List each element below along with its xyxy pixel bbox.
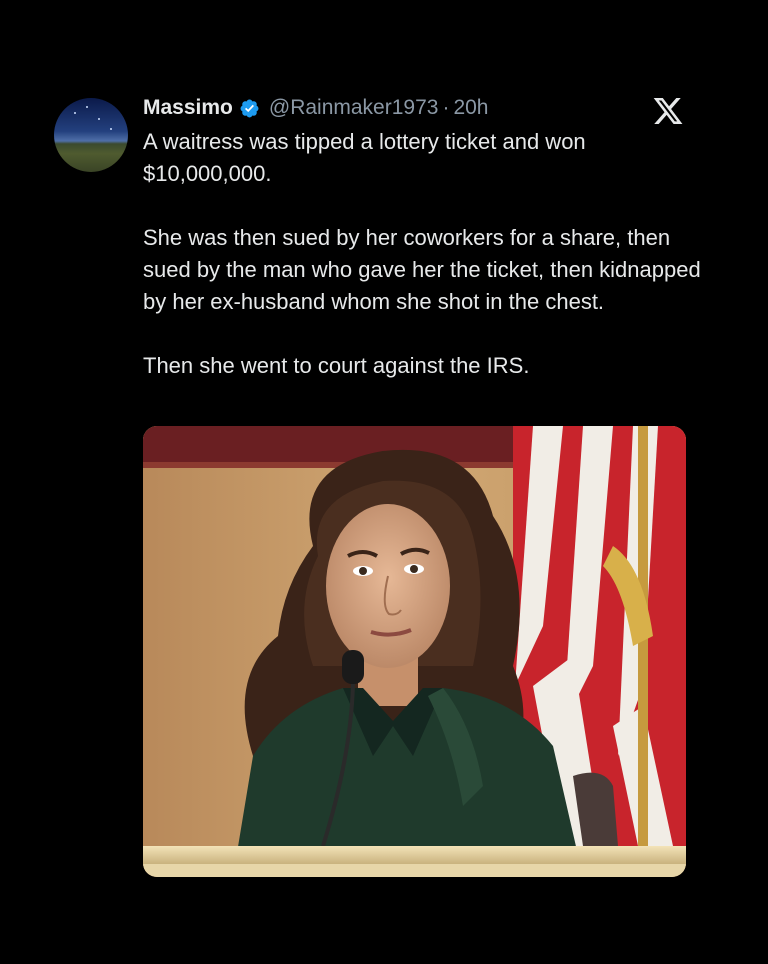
separator-dot: · (442, 96, 450, 119)
avatar-star (74, 112, 76, 114)
x-logo-icon[interactable] (651, 95, 685, 127)
tweet-paragraph: A waitress was tipped a lottery ticket a… (143, 129, 586, 186)
courtroom-photo (143, 426, 686, 877)
author-handle[interactable]: @Rainmaker1973 (269, 96, 439, 120)
verified-badge-icon (240, 99, 259, 117)
author-name[interactable]: Massimo (143, 96, 233, 120)
tweet-paragraph: Then she went to court against the IRS. (143, 353, 530, 378)
tweet-paragraph: She was then sued by her coworkers for a… (143, 225, 701, 314)
tweet-header: Massimo @Rainmaker1973 · 20h (143, 93, 489, 123)
tweet-photo[interactable] (143, 426, 686, 877)
tweet-text: A waitress was tipped a lottery ticket a… (143, 126, 703, 382)
avatar-star (110, 128, 112, 130)
tweet-timestamp[interactable]: 20h (453, 96, 488, 120)
avatar-star (98, 118, 100, 120)
avatar[interactable] (54, 98, 128, 172)
tweet-card[interactable]: Massimo @Rainmaker1973 · 20h A waitress … (0, 0, 768, 964)
avatar-star (86, 106, 88, 108)
